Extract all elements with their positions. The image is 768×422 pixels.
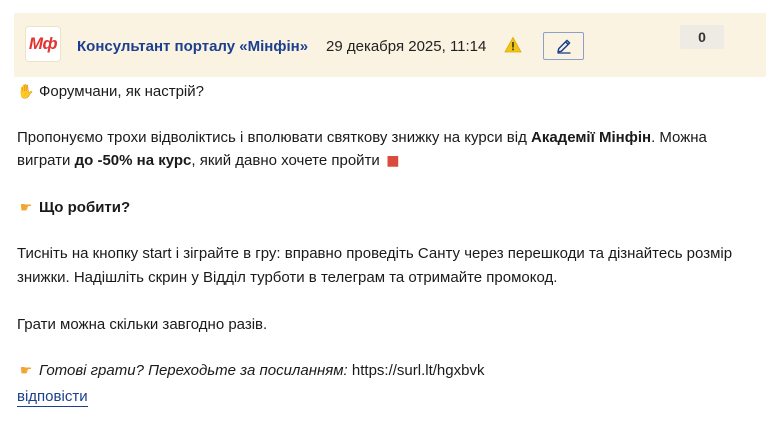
greeting-text: Форумчани, як настрій?	[39, 83, 204, 100]
paragraph-3: Грати можна скільки завгодно разів.	[17, 316, 268, 333]
text-fragment: Пропонуємо трохи відволіктись і вполюват…	[17, 129, 531, 146]
text-fragment: виграти	[17, 152, 75, 169]
post-datetime: 29 декабря 2025, 11:14	[326, 38, 487, 55]
post-header: Мф Консультант порталу «Мінфін» 29 декаб…	[14, 13, 766, 77]
author-name[interactable]: Консультант порталу «Мінфін»	[77, 38, 308, 55]
paragraph-1-line-2: виграти до -50% на курс, який давно хоче…	[17, 149, 406, 173]
discount-text: до -50% на курс	[74, 152, 192, 169]
paragraph-2-line-2: знижки. Надішліть скрин у Відділ турботи…	[17, 269, 558, 286]
waving-hand-icon: ✋	[17, 84, 35, 100]
edit-button[interactable]	[543, 32, 584, 60]
reply-link[interactable]: відповісти	[17, 388, 88, 407]
pointing-hand-icon: ☛	[19, 363, 33, 379]
what-to-do-line: ☛ Що робити?	[17, 196, 130, 220]
pointing-hand-icon: ☛	[19, 200, 33, 216]
cta-line: ☛ Готові грати? Переходьте за посиланням:…	[17, 359, 485, 383]
avatar[interactable]: Мф	[26, 27, 60, 61]
paragraph-2-line-1: Тисніть на кнопку start і зіграйте в гру…	[17, 245, 733, 262]
cta-text: Готові грати? Переходьте за посиланням:	[39, 362, 348, 379]
text-fragment: . Можна	[651, 129, 707, 146]
pencil-icon	[556, 39, 570, 54]
gift-icon: ■	[386, 153, 400, 169]
rating-counter: 0	[680, 25, 724, 49]
academy-name: Академії Мінфін	[530, 129, 652, 146]
game-link[interactable]: https://surl.lt/hgxbvk	[352, 362, 485, 379]
warning-icon[interactable]	[504, 36, 522, 54]
avatar-logo: Мф	[28, 34, 58, 53]
greeting-line: ✋ Форумчани, як настрій?	[17, 80, 204, 104]
text-fragment: , який давно хочете пройти	[191, 152, 380, 169]
paragraph-1-line-1: Пропонуємо трохи відволіктись і вполюват…	[17, 126, 707, 150]
what-to-do-heading: Що робити?	[39, 199, 131, 216]
